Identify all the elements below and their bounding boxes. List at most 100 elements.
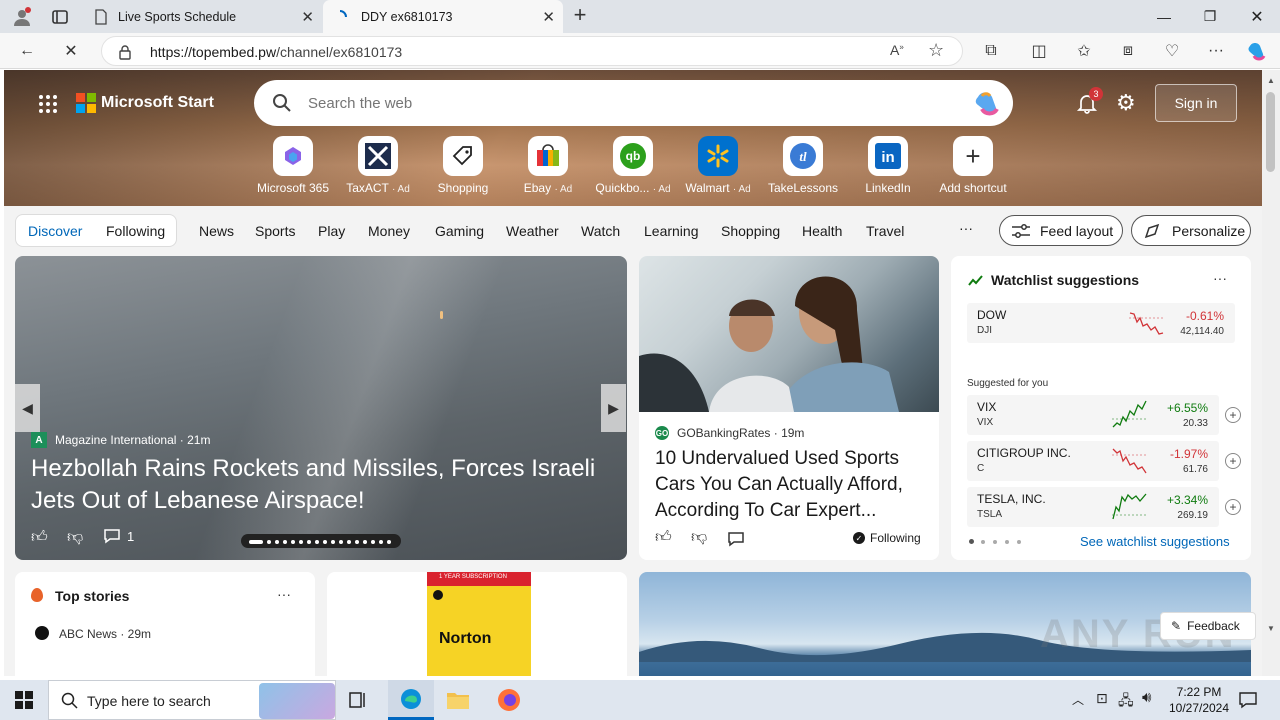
nav-news[interactable]: News [199,223,234,239]
comment-icon[interactable] [727,531,745,550]
tab-actions-icon[interactable] [50,7,70,27]
feedback-button[interactable]: ✎ Feedback [1160,612,1256,640]
taskbar-search[interactable]: Type here to search [48,680,336,720]
tab-following[interactable]: Following [106,223,165,239]
carousel-prev-button[interactable]: ◀ [15,384,40,432]
stop-loading-icon[interactable]: ✕ [58,38,84,64]
vertical-scrollbar[interactable]: ▲ ▼ [1262,70,1280,676]
address-bar[interactable]: https://topembed.pw/channel/ex6810173 A»… [101,36,963,66]
search-input[interactable] [308,92,908,114]
profile-icon[interactable] [10,5,34,29]
ethernet-icon[interactable]: 🖧︎ [1118,690,1134,714]
carousel-next-button[interactable]: ▶ [601,384,626,432]
add-shortcut[interactable]: + Add shortcut [930,136,1016,195]
url-text[interactable]: https://topembed.pw/channel/ex6810173 [150,44,402,60]
dislike-icon[interactable]: 👎︎ [67,528,83,547]
carousel-pager[interactable] [241,534,401,548]
favorites-icon[interactable]: ✩ [1071,38,1097,64]
story-headline[interactable]: 10 Undervalued Used Sports Cars You Can … [655,446,927,524]
feed-layout-button[interactable]: Feed layout [999,215,1123,246]
scroll-down-icon[interactable]: ▼ [1267,624,1275,633]
story-card[interactable]: GO GOBankingRates · 19m 10 Undervalued U… [639,256,939,560]
scroll-thumb[interactable] [1266,92,1275,172]
notifications-icon[interactable]: 3 [1076,87,1103,117]
new-tab-button[interactable]: + [568,4,592,28]
stock-row-vix[interactable]: VIX VIX +6.55% 20.33 + [967,395,1241,435]
main-headline[interactable]: Hezbollah Rains Rockets and Missiles, Fo… [31,453,611,517]
copilot-icon[interactable] [1244,38,1270,64]
extensions-icon[interactable]: ⧉ [978,38,1004,64]
scroll-up-icon[interactable]: ▲ [1267,76,1275,85]
nav-money[interactable]: Money [368,223,410,239]
nav-sports[interactable]: Sports [255,223,295,239]
tab-discover[interactable]: Discover [28,223,82,239]
following-badge[interactable]: ✓ Following [853,531,921,545]
add-to-watchlist-icon[interactable]: + [1225,453,1241,469]
nav-health[interactable]: Health [802,223,842,239]
stock-row-tesla[interactable]: TESLA, INC. TSLA +3.34% 269.19 + [967,487,1241,527]
shortcut-ebay[interactable]: Ebay · Ad [505,136,591,195]
back-icon[interactable]: ← [14,38,40,64]
copilot-icon[interactable] [972,88,1002,121]
nav-play[interactable]: Play [318,223,345,239]
shortcut-shopping[interactable]: Shopping [420,136,506,195]
notification-center-icon[interactable] [1238,690,1258,713]
shortcut-walmart[interactable]: Walmart · Ad [675,136,761,195]
close-tab-icon[interactable]: ✕ [301,8,314,26]
personalize-button[interactable]: Personalize [1131,215,1251,246]
minimize-button[interactable]: — [1141,0,1187,33]
clock[interactable]: 7:22 PM 10/27/2024 [1166,684,1232,716]
task-view-icon[interactable] [348,690,368,713]
shortcut-takelessons[interactable]: tl TakeLessons [760,136,846,195]
performance-icon[interactable]: ♡ [1159,38,1185,64]
app-launcher-icon[interactable] [38,94,58,117]
like-icon[interactable]: 👍︎ [655,528,672,547]
start-button[interactable] [0,680,48,720]
more-options-icon[interactable]: ··· [277,586,291,602]
edge-taskbar-icon[interactable] [388,680,434,720]
nav-watch[interactable]: Watch [581,223,620,239]
nav-shopping[interactable]: Shopping [721,223,780,239]
watchlist-pager[interactable] [969,538,1021,544]
top-story-source[interactable]: ABC News · 29m [59,627,151,641]
like-icon[interactable]: 👍︎ [31,528,48,547]
see-watchlist-link[interactable]: See watchlist suggestions [1080,534,1230,549]
restore-button[interactable]: ❐ [1187,0,1233,33]
shortcut-quickbooks[interactable]: qb Quickbo... · Ad [590,136,676,195]
shortcut-linkedin[interactable]: in LinkedIn [845,136,931,195]
settings-more-icon[interactable]: ··· [1203,38,1229,64]
tab-live-sports[interactable]: Live Sports Schedule ✕ [84,0,322,33]
split-screen-icon[interactable]: ◫ [1026,38,1052,64]
ad-card[interactable]: 1 YEAR SUBSCRIPTION Norton [327,572,627,676]
network-status-icon[interactable]: ⊡ [1096,690,1108,707]
web-search-box[interactable] [254,80,1013,126]
stock-row-dow[interactable]: DOW DJI -0.61% 42,114.40 [967,303,1235,343]
collections-icon[interactable]: ⧈ [1115,38,1141,64]
firefox-icon[interactable] [497,688,521,715]
volume-icon[interactable]: 🔊︎ [1142,689,1151,706]
dislike-icon[interactable]: 👎︎ [691,528,707,547]
nav-more-button[interactable]: ··· [959,220,973,236]
settings-gear-icon[interactable]: ⚙ [1116,92,1136,114]
favorite-star-icon[interactable]: ☆ [928,40,944,61]
nav-travel[interactable]: Travel [866,223,904,239]
file-explorer-icon[interactable] [446,690,470,713]
sign-in-button[interactable]: Sign in [1155,84,1237,122]
shortcut-microsoft365[interactable]: Microsoft 365 [250,136,336,195]
nav-weather[interactable]: Weather [506,223,559,239]
add-to-watchlist-icon[interactable]: + [1225,407,1241,423]
show-hidden-icons[interactable]: ︿ [1072,691,1084,708]
read-aloud-icon[interactable]: A» [890,42,904,58]
stock-row-citigroup[interactable]: CITIGROUP INC. C -1.97% 61.76 + [967,441,1241,481]
add-to-watchlist-icon[interactable]: + [1225,499,1241,515]
nav-gaming[interactable]: Gaming [435,223,484,239]
more-options-icon[interactable]: ··· [1213,270,1227,286]
nav-learning[interactable]: Learning [644,223,699,239]
microsoft-logo[interactable]: Microsoft Start [76,93,214,113]
tab-ddy[interactable]: DDY ex6810173 ✕ [323,0,563,33]
close-window-button[interactable]: ✕ [1234,0,1280,33]
close-tab-icon[interactable]: ✕ [542,8,555,26]
main-story-card[interactable]: ◀ ▶ A Magazine International · 21m Hezbo… [15,256,627,560]
shortcut-taxact[interactable]: TaxACT · Ad [335,136,421,195]
comment-icon[interactable]: 1 [103,528,134,544]
